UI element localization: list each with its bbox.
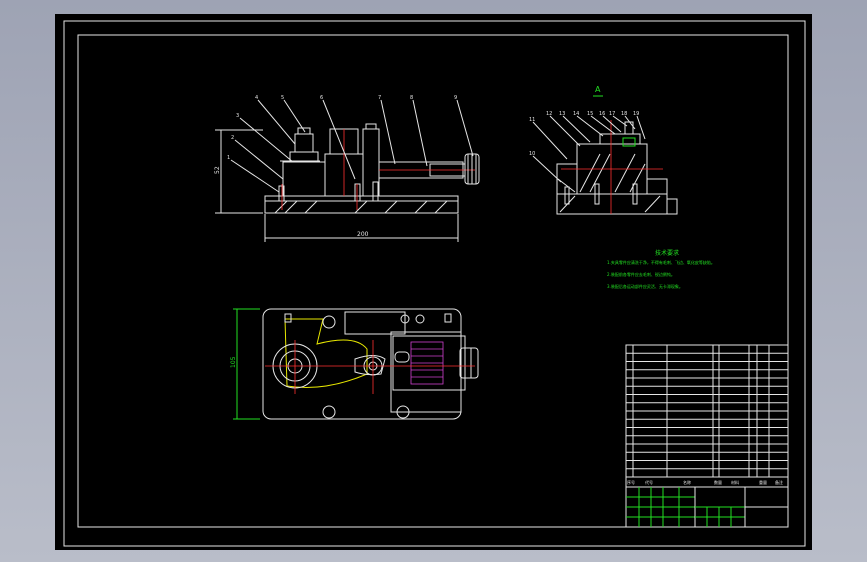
tech-line-3: 3.装配后各运动部件应灵活、无卡滞现象。 bbox=[607, 283, 683, 289]
balloon-18: 18 bbox=[621, 111, 627, 117]
view-label: A bbox=[595, 85, 601, 94]
balloon-10: 10 bbox=[529, 151, 535, 157]
header-qty: 数量 bbox=[714, 479, 722, 485]
balloon-8: 8 bbox=[410, 95, 413, 101]
parts-list: 序号 代号 名称 数量 材料 重量 备注 bbox=[625, 344, 789, 488]
balloon-1: 1 bbox=[227, 155, 230, 161]
header-note: 备注 bbox=[775, 479, 783, 485]
inner-frame bbox=[77, 34, 789, 528]
balloon-13: 13 bbox=[559, 111, 565, 117]
balloon-5: 5 bbox=[281, 95, 284, 101]
tech-line-1: 1.夹具零件应清洗干净，不得有毛刺、飞边、氧化皮等缺陷。 bbox=[607, 259, 715, 265]
balloon-15: 15 bbox=[587, 111, 593, 117]
height-dimension: 52 bbox=[214, 166, 221, 174]
balloon-12: 12 bbox=[546, 111, 552, 117]
balloon-3: 3 bbox=[236, 113, 239, 119]
plan-view: 105 bbox=[230, 308, 479, 420]
header-weight: 重量 bbox=[759, 479, 767, 485]
header-material: 材料 bbox=[731, 479, 739, 485]
balloon-7: 7 bbox=[378, 95, 381, 101]
balloon-11: 11 bbox=[529, 117, 535, 123]
balloon-6: 6 bbox=[320, 95, 323, 101]
balloon-14: 14 bbox=[573, 111, 579, 117]
balloon-16: 16 bbox=[599, 111, 605, 117]
header-code: 代号 bbox=[645, 479, 653, 485]
plan-height-dimension: 105 bbox=[230, 356, 237, 368]
side-view: A 11 12 13 14 15 16 17 18 19 10 bbox=[529, 85, 678, 215]
header-name: 名称 bbox=[683, 479, 691, 485]
length-dimension: 200 bbox=[357, 231, 369, 238]
balloon-4: 4 bbox=[255, 95, 258, 101]
drawing-canvas: 52 200 4 5 6 7 8 9 3 2 1 A 11 12 13 14 1… bbox=[63, 20, 806, 547]
tech-notes: 技术要求 1.夹具零件应清洗干净，不得有毛刺、飞边、氧化皮等缺陷。 2.装配前各… bbox=[607, 249, 715, 289]
tech-title: 技术要求 bbox=[655, 249, 679, 257]
balloon-17: 17 bbox=[609, 111, 615, 117]
balloon-2: 2 bbox=[231, 135, 234, 141]
front-view: 52 200 4 5 6 7 8 9 3 2 1 bbox=[214, 95, 480, 242]
balloon-19: 19 bbox=[633, 111, 639, 117]
cad-viewport[interactable]: 52 200 4 5 6 7 8 9 3 2 1 A 11 12 13 14 1… bbox=[0, 0, 867, 562]
header-seq: 序号 bbox=[627, 479, 635, 485]
outer-frame bbox=[63, 20, 806, 547]
drawing-sheet: 52 200 4 5 6 7 8 9 3 2 1 A 11 12 13 14 1… bbox=[55, 14, 812, 550]
title-block bbox=[625, 486, 789, 528]
balloon-9: 9 bbox=[454, 95, 457, 101]
tech-line-2: 2.装配前各零件应去毛刺、锐边倒钝。 bbox=[607, 271, 675, 277]
